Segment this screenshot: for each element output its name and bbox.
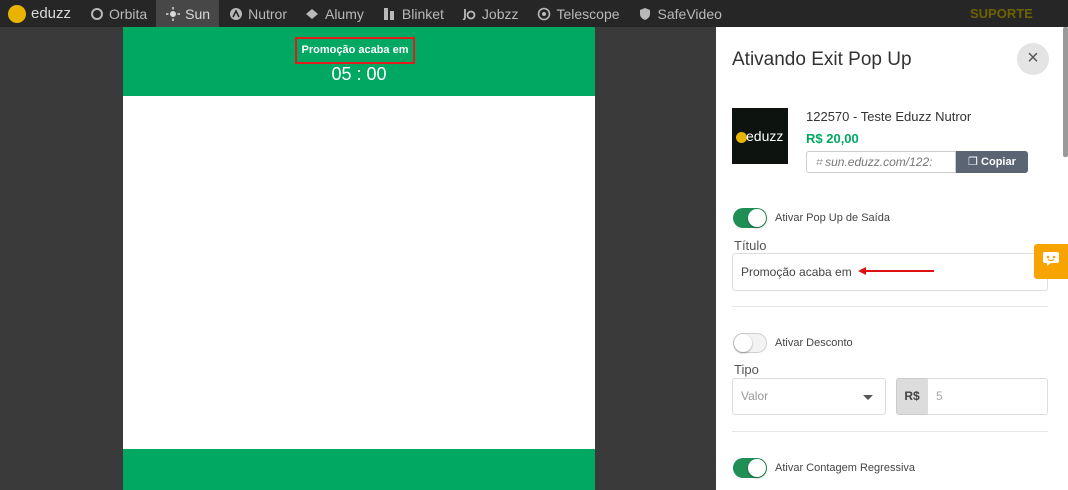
discount-toggle[interactable] bbox=[733, 333, 767, 353]
discount-type-select[interactable]: Valor bbox=[732, 378, 886, 415]
top-nav: eduzz Orbita Sun Nutror Alumy Blinket Jo… bbox=[0, 0, 1068, 27]
nav-item-sun[interactable]: Sun bbox=[156, 0, 220, 27]
nav-label: SafeVideo bbox=[657, 5, 722, 22]
sun-icon bbox=[165, 6, 180, 21]
discount-value-input[interactable]: 5 bbox=[927, 378, 1048, 415]
nav-label: Blinket bbox=[401, 5, 444, 22]
product-price: R$ 20,00 bbox=[806, 131, 859, 146]
countdown-label: Ativar Contagem Regressiva bbox=[775, 462, 916, 474]
support-link[interactable]: SUPORTE bbox=[970, 0, 1033, 27]
chat-widget-button[interactable] bbox=[1034, 244, 1068, 279]
nav-label: Alumy bbox=[324, 5, 364, 22]
nav-item-telescope[interactable]: Telescope bbox=[528, 0, 629, 27]
blinket-icon bbox=[382, 6, 397, 21]
nutror-icon bbox=[228, 6, 243, 21]
nav-label: Jobzz bbox=[481, 5, 519, 22]
panel-title: Ativando Exit Pop Up bbox=[732, 49, 912, 70]
nav-item-nutror[interactable]: Nutror bbox=[219, 0, 296, 27]
product-thumbnail: eduzz bbox=[732, 108, 788, 164]
annotation-arrow-line bbox=[864, 270, 934, 272]
copy-label: Copiar bbox=[981, 156, 1016, 168]
product-name: 122570 - Teste Eduzz Nutror bbox=[806, 109, 972, 124]
countdown-toggle[interactable] bbox=[733, 458, 767, 478]
orbita-icon bbox=[89, 6, 104, 21]
nav-item-blinket[interactable]: Blinket bbox=[373, 0, 453, 27]
nav-item-safevideo[interactable]: SafeVideo bbox=[629, 0, 731, 27]
preview-title: Promoção acaba em bbox=[295, 37, 415, 64]
preview-header: Promoção acaba em 05 : 00 bbox=[123, 27, 595, 96]
title-input[interactable]: Promoção acaba em bbox=[732, 253, 1048, 291]
alumy-icon bbox=[305, 6, 320, 21]
jobzz-icon bbox=[462, 6, 477, 21]
exit-popup-panel: Ativando Exit Pop Up × eduzz 122570 - Te… bbox=[716, 27, 1068, 490]
copy-icon: ❐ bbox=[968, 156, 982, 168]
nav-item-orbita[interactable]: Orbita bbox=[80, 0, 156, 27]
product-link-field[interactable]: ⌗ sun.eduzz.com/122: bbox=[806, 151, 956, 173]
preview-footer bbox=[123, 449, 595, 490]
nav-label: Sun bbox=[185, 5, 211, 22]
caret-down-icon bbox=[863, 395, 873, 400]
safevideo-icon bbox=[638, 6, 653, 21]
thumbnail-logo-text: eduzz bbox=[746, 128, 784, 144]
nav-label: Nutror bbox=[248, 5, 287, 22]
divider bbox=[732, 306, 1048, 307]
title-field-label: Título bbox=[734, 238, 767, 253]
toggle-knob bbox=[748, 209, 766, 227]
nav-item-jobzz[interactable]: Jobzz bbox=[453, 0, 528, 27]
chat-icon bbox=[1042, 251, 1060, 272]
scrollbar[interactable] bbox=[1063, 27, 1068, 157]
type-field-label: Tipo bbox=[734, 362, 759, 377]
toggle-knob bbox=[734, 334, 752, 352]
preview-countdown: 05 : 00 bbox=[331, 64, 387, 84]
popup-preview: Promoção acaba em 05 : 00 bbox=[123, 27, 595, 490]
eduzz-logo[interactable]: eduzz bbox=[0, 0, 80, 27]
logo-text: eduzz bbox=[31, 5, 72, 22]
product-link: sun.eduzz.com/122: bbox=[825, 155, 933, 169]
nav-label: Telescope bbox=[556, 5, 620, 22]
close-button[interactable]: × bbox=[1017, 43, 1049, 75]
toggle-knob bbox=[748, 459, 766, 477]
nav-item-alumy[interactable]: Alumy bbox=[296, 0, 373, 27]
nav-label: Orbita bbox=[109, 5, 148, 22]
discount-label: Ativar Desconto bbox=[775, 337, 853, 349]
eduzz-logo-icon bbox=[8, 4, 26, 23]
divider bbox=[732, 431, 1048, 432]
telescope-icon bbox=[537, 6, 552, 21]
currency-prefix: R$ bbox=[896, 378, 928, 415]
exit-popup-toggle[interactable] bbox=[733, 208, 767, 228]
exit-popup-label: Ativar Pop Up de Saída bbox=[775, 212, 890, 224]
copy-button[interactable]: ❐ Copiar bbox=[956, 151, 1028, 173]
select-value: Valor bbox=[741, 389, 769, 403]
hashtag-icon: ⌗ bbox=[815, 155, 826, 169]
